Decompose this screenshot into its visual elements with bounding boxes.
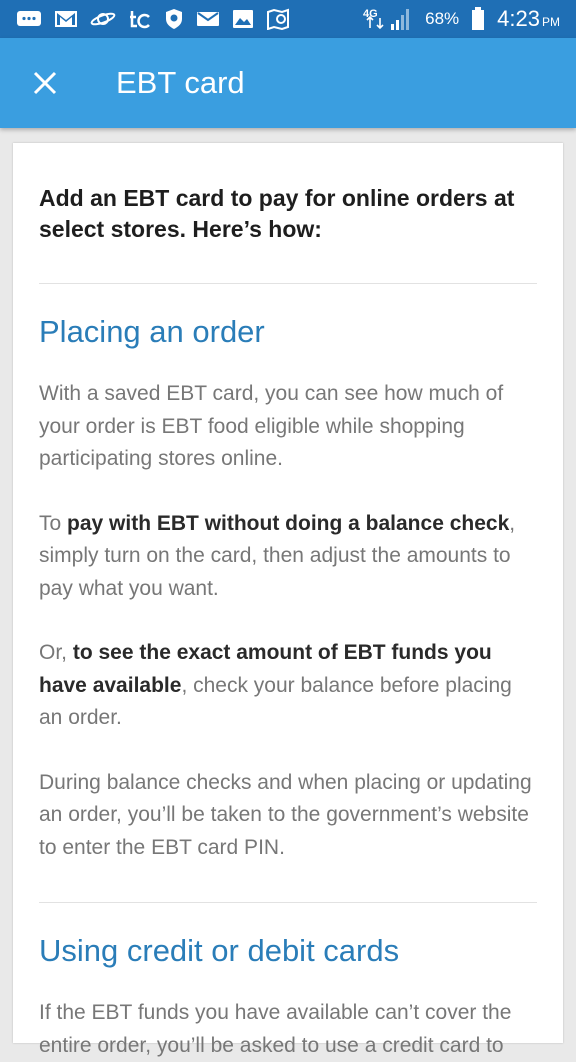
email-icon (196, 10, 220, 28)
tc-icon (128, 8, 152, 30)
placing-order-paragraph-2: To pay with EBT without doing a balance … (39, 508, 537, 606)
p2-prefix: To (39, 511, 68, 535)
message-icon (16, 9, 42, 29)
p2-bold: pay with EBT without doing a balance che… (67, 511, 510, 535)
placing-order-paragraph-3: Or, to see the exact amount of EBT funds… (39, 637, 537, 735)
placing-order-heading: Placing an order (39, 314, 265, 349)
placing-order-paragraph-4: During balance checks and when placing o… (39, 770, 532, 859)
clock: 4:23 PM (497, 6, 560, 32)
saturn-icon (90, 9, 116, 29)
using-cards-heading: Using credit or debit cards (39, 933, 400, 968)
close-button[interactable] (0, 38, 90, 128)
shield-icon (164, 8, 184, 30)
system-status: 4G 68% 4:23 PM (363, 6, 560, 32)
page-title: EBT card (116, 65, 245, 100)
divider (39, 902, 537, 903)
close-icon (33, 71, 57, 95)
network-4g-icon: 4G (363, 6, 413, 32)
placing-order-paragraph-1: With a saved EBT card, you can see how m… (39, 382, 504, 470)
notification-icons (16, 8, 290, 30)
gmail-icon (54, 10, 78, 28)
using-cards-paragraph-1: If the EBT funds you have available can’… (39, 1001, 512, 1057)
gallery-icon (232, 9, 254, 29)
content-card: Add an EBT card to pay for online orders… (13, 143, 563, 1057)
p3-prefix: Or, (39, 641, 73, 664)
maps-icon (266, 8, 290, 30)
battery-icon (471, 7, 485, 31)
clock-ampm: PM (542, 15, 560, 29)
intro-text: Add an EBT card to pay for online orders… (39, 185, 515, 242)
divider (39, 283, 537, 284)
clock-time: 4:23 (497, 6, 540, 31)
app-bar: EBT card (0, 38, 576, 128)
battery-percent: 68% (425, 9, 460, 28)
status-bar: 4G 68% 4:23 PM (0, 0, 576, 38)
